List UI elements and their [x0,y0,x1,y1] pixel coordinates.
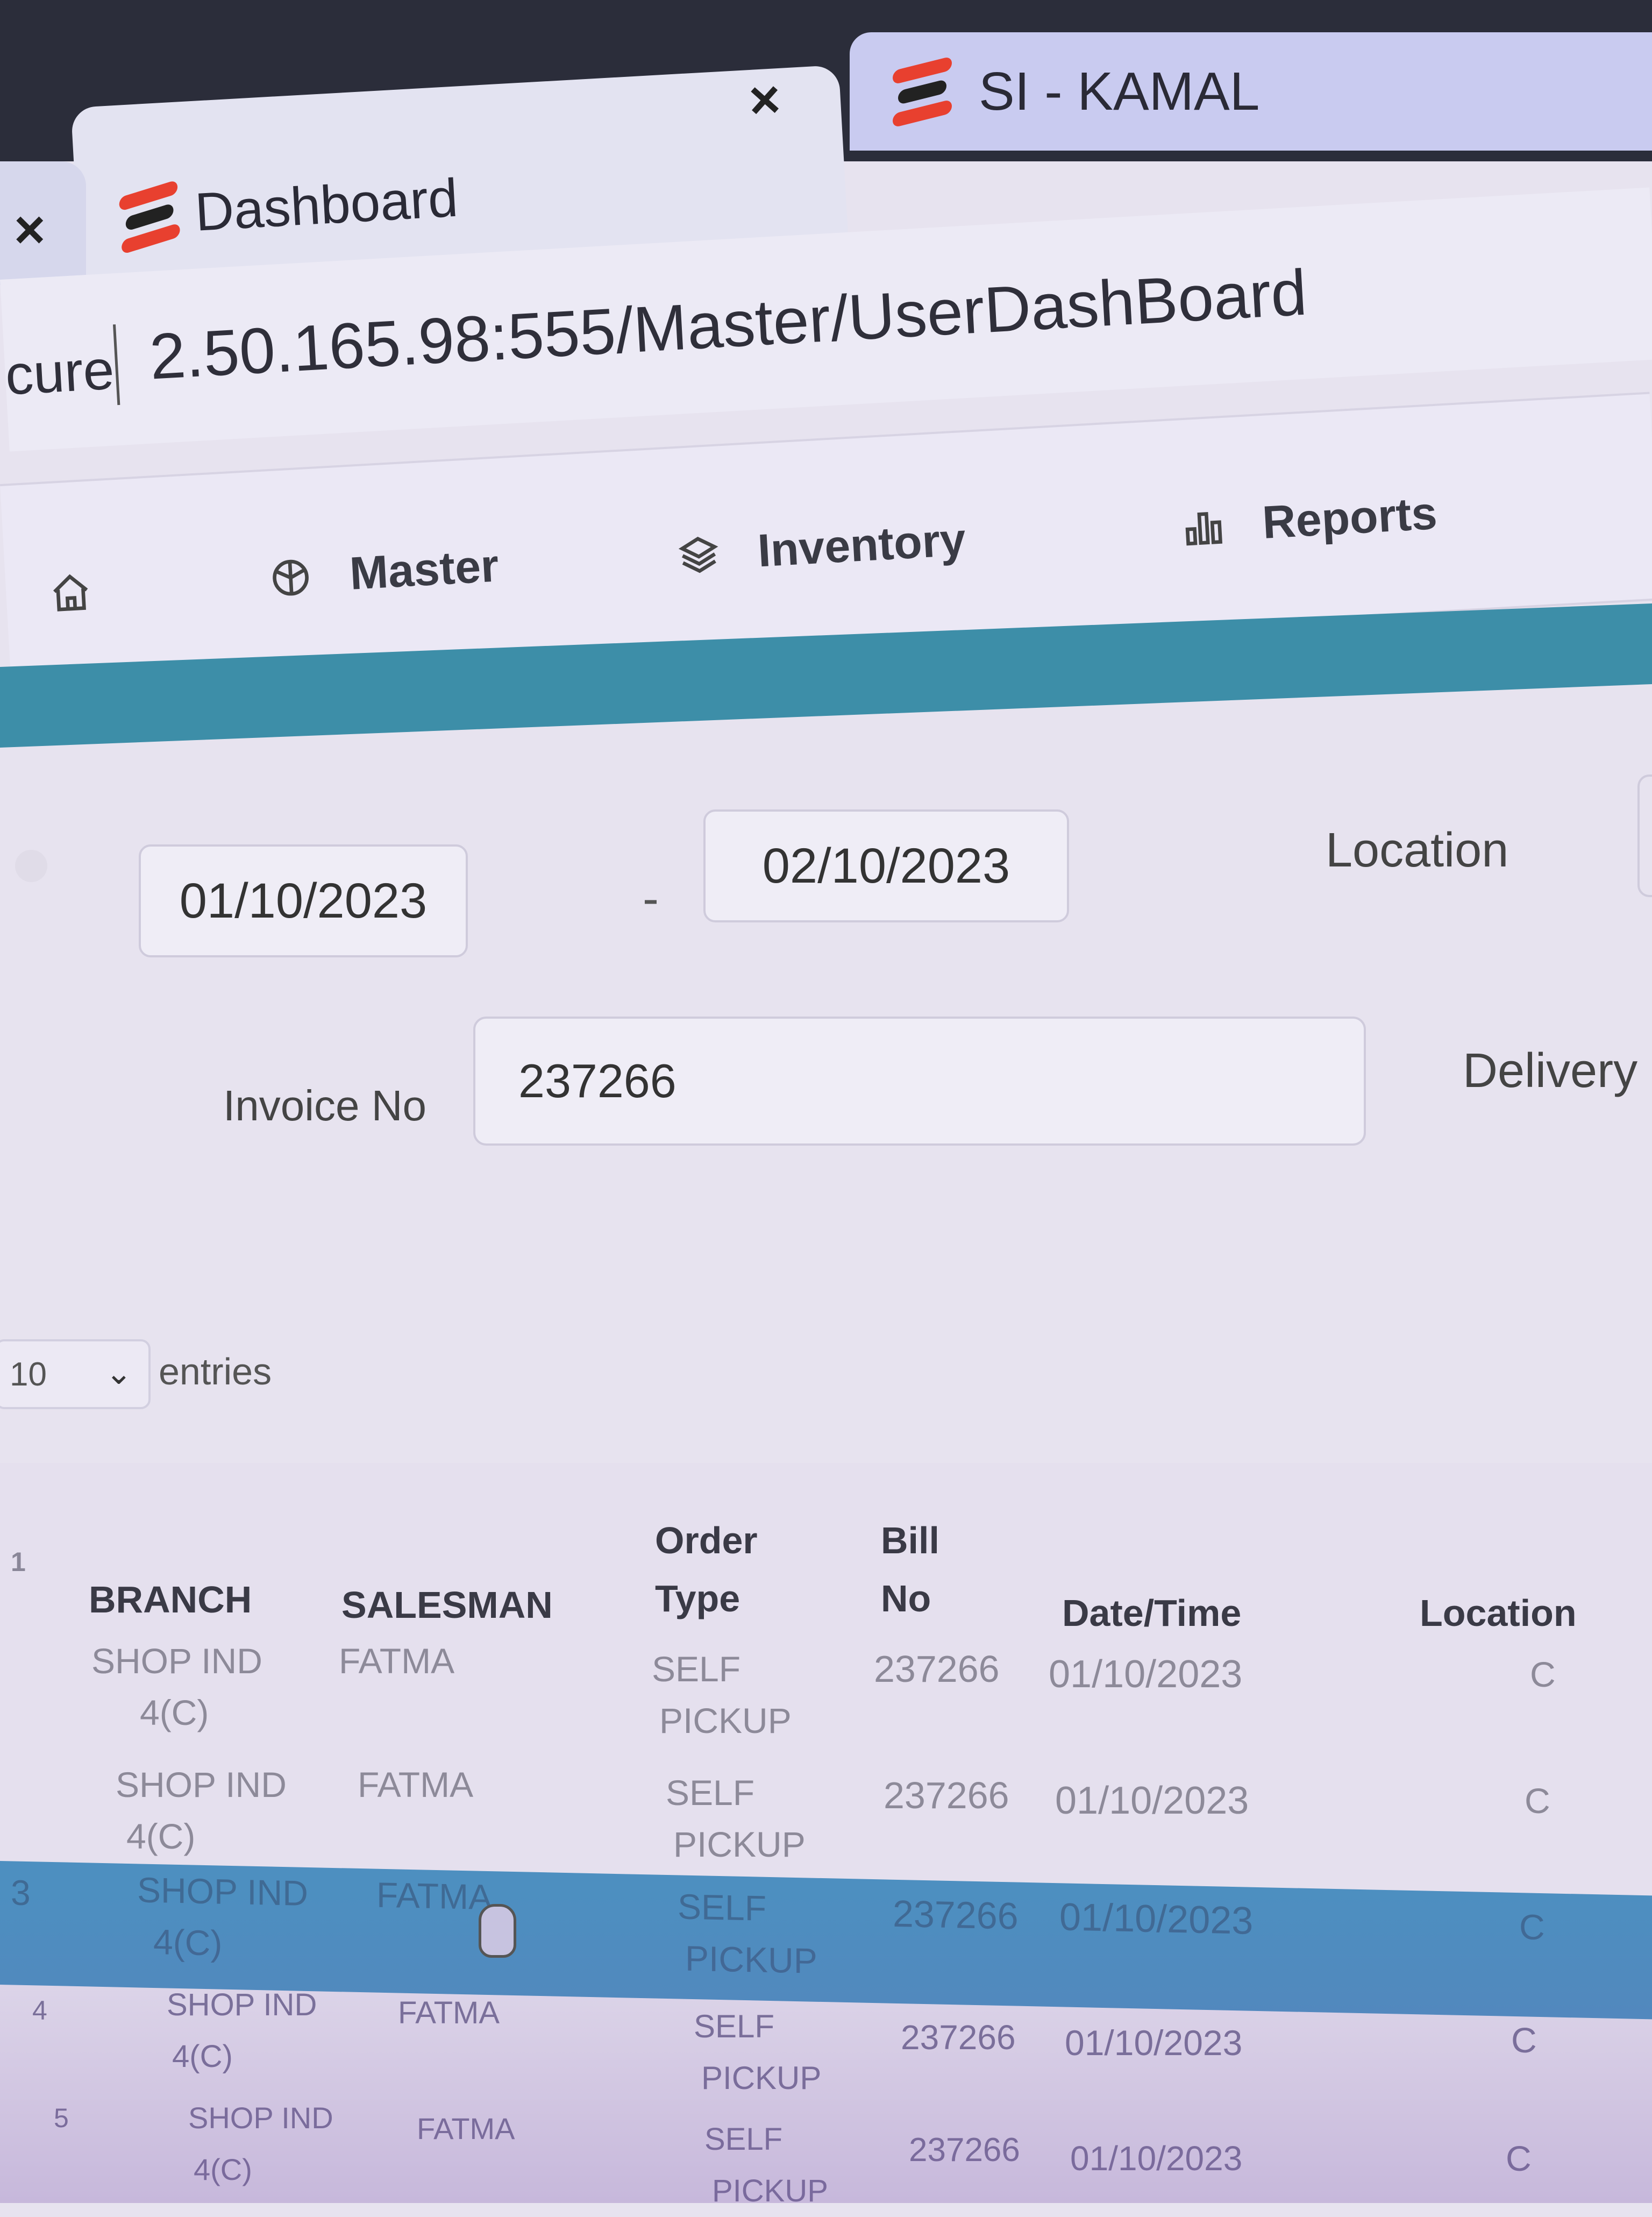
date-to-input[interactable]: 02/10/2023 [703,809,1069,922]
home-icon [53,574,88,612]
close-icon[interactable]: × [747,68,782,132]
date-from-input[interactable]: 01/10/2023 [139,844,468,957]
orders-table: 1 BRANCH SALESMAN Order Type Bill No Dat… [0,1463,1652,2208]
date-range-separator: - [643,872,659,926]
row-index: 3 [11,1872,31,1913]
entries-select[interactable]: 10 ⌄ [0,1339,151,1409]
cube-icon [273,559,309,595]
cell-location: C [1511,2020,1537,2060]
table-row[interactable]: SHOP IND 4(C) FATMA SELF PICKUP 237266 01/… [0,1635,1652,1759]
nav-inventory[interactable]: Inventory [676,513,967,582]
cell-salesman: FATMA [417,2112,515,2145]
nav-master[interactable]: Master [268,539,500,606]
location-select[interactable] [1637,774,1652,897]
cell-date: 01/10/2023 [1049,1653,1243,1696]
cell-salesman: FATMA [358,1765,474,1804]
delivery-label: Delivery [1463,1044,1638,1098]
tab-title: SI - KAMAL [979,61,1260,122]
address-url[interactable]: 2.50.165.98:555/Master/UserDashBoard [148,255,1309,394]
cell-salesman: FATMA [398,1995,500,2030]
brand-logo-icon [118,179,181,255]
nav-master-label: Master [348,539,500,600]
cell-location: C [1525,1781,1550,1821]
cell-location: C [1519,1907,1545,1948]
address-scheme: cure [3,338,116,407]
cell-date: 01/10/2023 [1059,1895,1254,1943]
header-salesman[interactable]: SALESMAN [341,1576,553,1634]
invoice-no-input[interactable]: 237266 [473,1017,1366,1146]
layers-icon [678,536,718,573]
header-datetime[interactable]: Date/Time [1062,1584,1241,1642]
header-location[interactable]: Location [1420,1584,1577,1642]
cell-date: 01/10/2023 [1065,2023,1243,2063]
nav-reports[interactable]: Reports [1180,487,1439,554]
cell-date: 01/10/2023 [1070,2139,1243,2178]
brand-logo-icon [893,56,952,128]
cell-date: 01/10/2023 [1055,1779,1249,1822]
cell-location: C [1530,1654,1556,1694]
cell-branch: SHOP IND 4(C) [116,1765,287,1856]
cell-branch: SHOP IND 4(C) [188,2101,333,2186]
bar-chart-icon [1185,511,1223,545]
table-row[interactable]: 5 SHOP IND 4(C) FATMA SELF PICKUP 237266 0… [0,2092,1652,2216]
cell-salesman: FATMA [339,1641,455,1681]
nav-inventory-label: Inventory [756,514,967,577]
header-bill-no[interactable]: Bill No [881,1511,939,1628]
nav-home[interactable] [48,570,94,618]
cell-order-type: SELF PICKUP [666,1773,806,1864]
entries-value: 10 [10,1355,47,1393]
cell-order-type: SELF PICKUP [704,2122,828,2208]
table-row[interactable]: SHOP IND 4(C) FATMA SELF PICKUP 237266 01/… [0,1759,1652,1882]
tab-title: Dashboard [193,167,460,243]
header-branch[interactable]: BRANCH [89,1571,252,1629]
header-order-type-line1: Order [655,1519,758,1561]
table-row[interactable]: 4 SHOP IND 4(C) FATMA SELF PICKUP 237266 0… [0,1979,1652,2103]
cell-location: C [1506,2138,1532,2178]
row-index: 4 [32,1995,47,2026]
cell-branch: SHOP IND 4(C) [91,1641,262,1732]
cell-branch: SHOP IND 4(C) [137,1870,308,1963]
cell-order-type: SELF PICKUP [694,2008,822,2096]
entries-label: entries [159,1351,272,1392]
cell-bill-no: 237266 [909,2131,1020,2169]
cell-bill-no: 237266 [901,2018,1016,2057]
header-order-type[interactable]: Order Type [655,1511,758,1628]
header-order-type-line2: Type [655,1578,740,1619]
header-bill-no-line2: No [881,1578,931,1619]
header-index: 1 [11,1547,26,1577]
cell-bill-no: 237266 [893,1892,1019,1937]
header-bill-no-line1: Bill [881,1519,939,1561]
cell-order-type: SELF PICKUP [678,1886,817,1981]
filter-radio[interactable] [15,850,47,882]
chevron-down-icon: ⌄ [105,1355,132,1391]
cell-order-type: SELF PICKUP [652,1649,792,1740]
invoice-no-label: Invoice No [223,1082,426,1129]
row-index: 5 [54,2103,69,2133]
close-icon[interactable]: × [14,199,45,261]
location-label: Location [1326,823,1509,877]
nav-reports-label: Reports [1261,487,1439,549]
mouse-cursor-icon [479,1904,516,1958]
cell-bill-no: 237266 [884,1774,1009,1816]
cell-salesman: FATMA [376,1874,493,1917]
tab-previous[interactable]: × [0,161,86,285]
cell-bill-no: 237266 [874,1648,1000,1690]
tab-si-kamal[interactable]: SI - KAMAL [850,32,1652,151]
cell-branch: SHOP IND 4(C) [167,1987,317,2074]
